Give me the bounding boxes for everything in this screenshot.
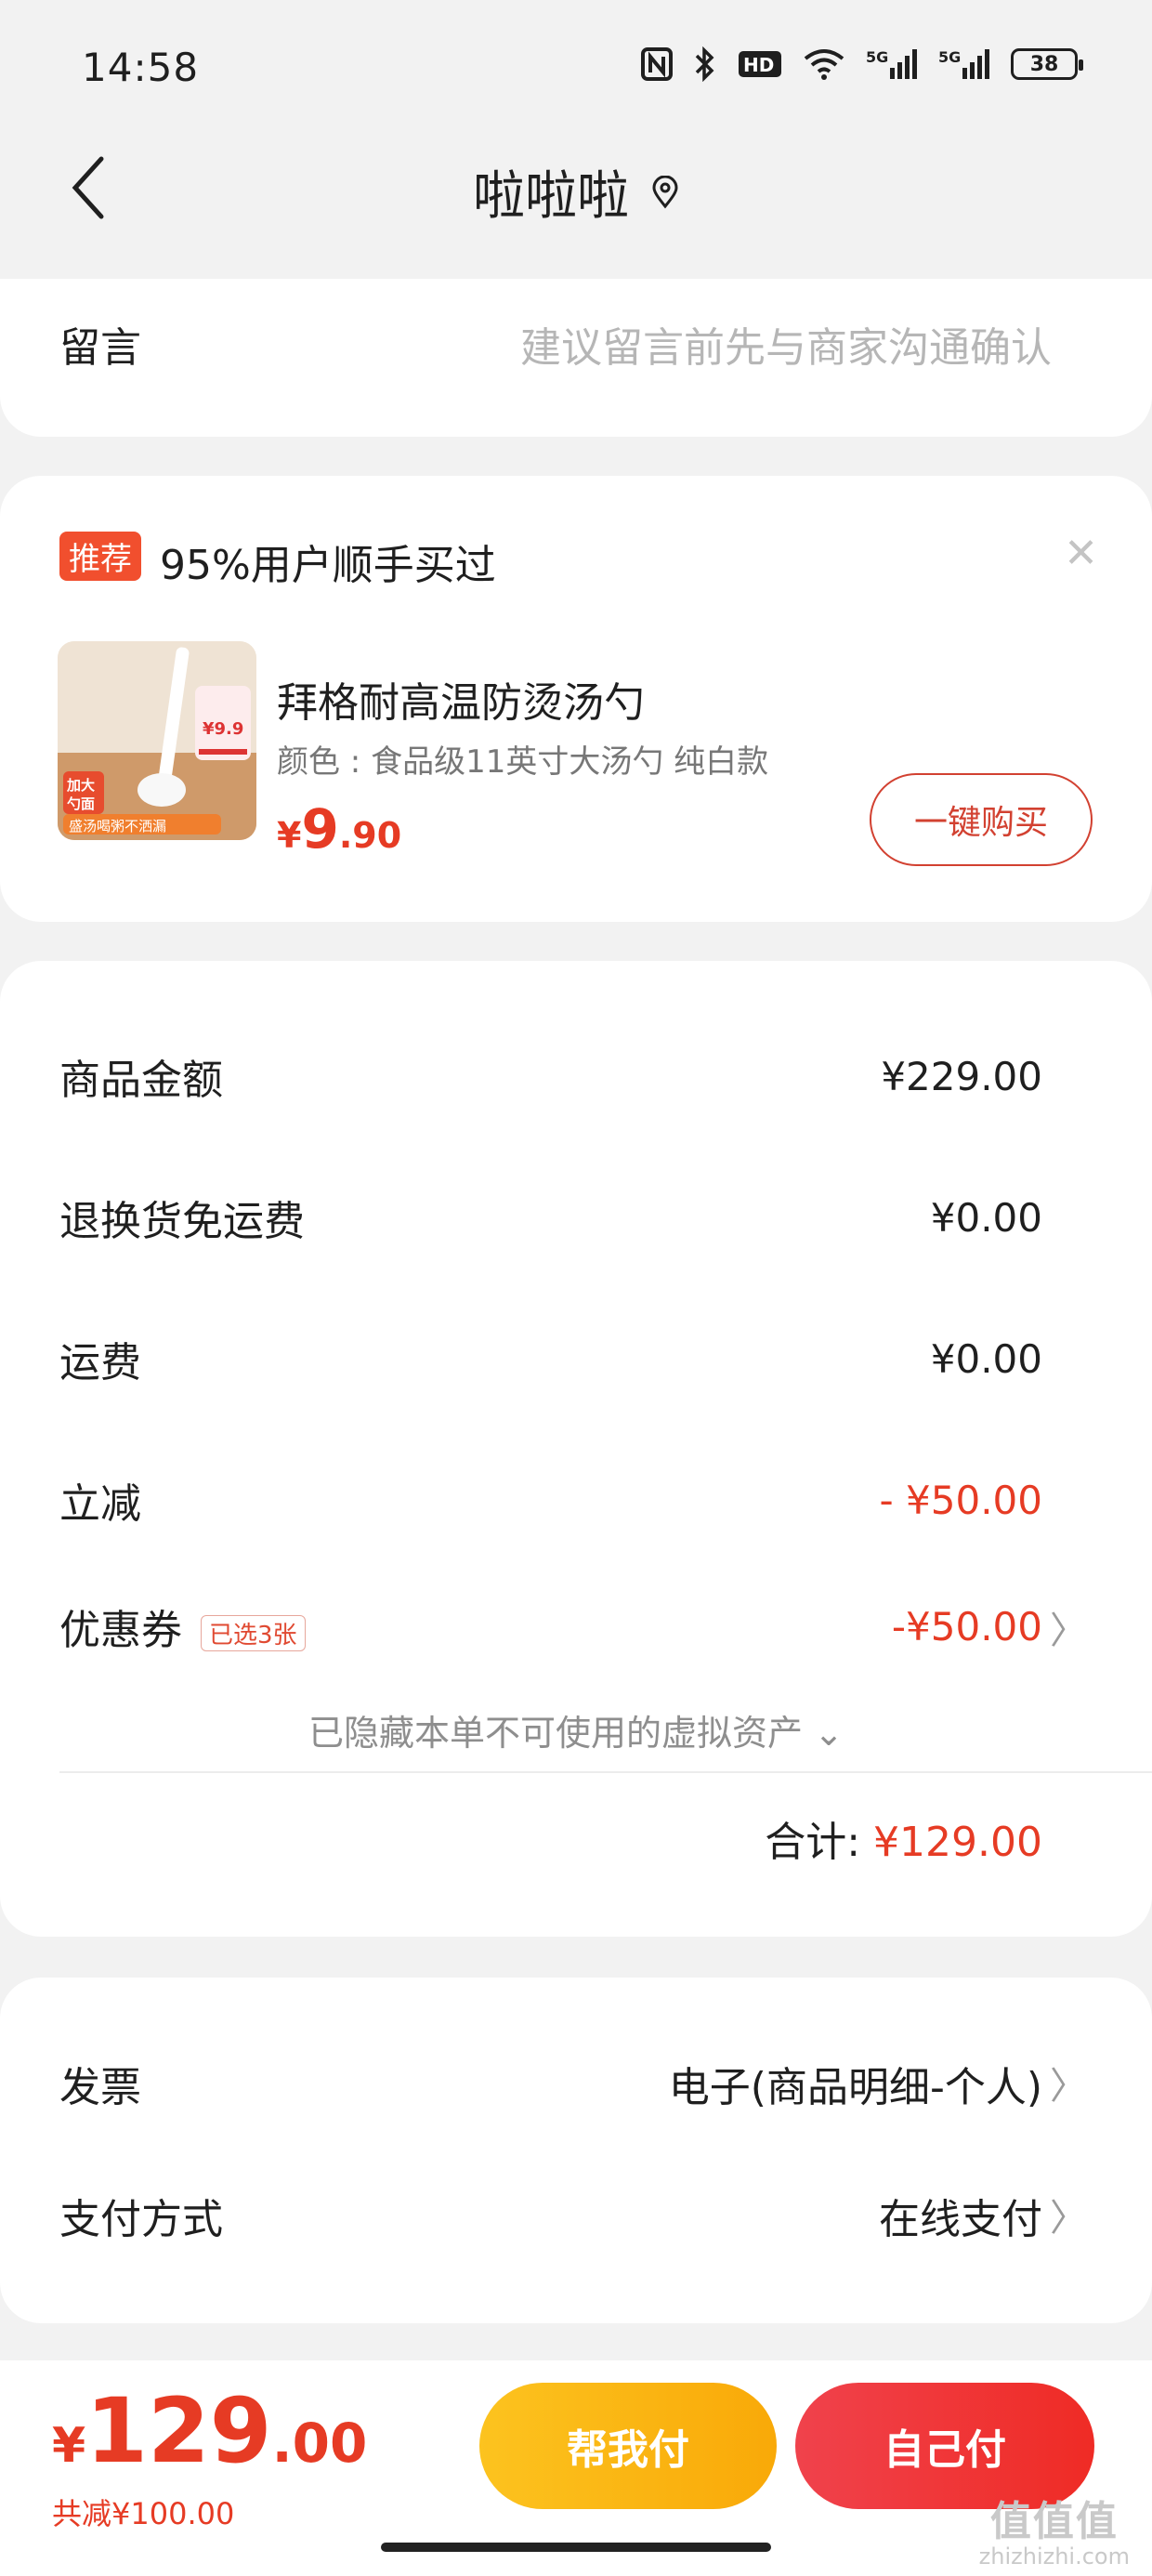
total-label: 合计:: [765, 1819, 861, 1866]
svg-text:HD: HD: [743, 54, 774, 76]
watermark-logo: 值值值 zhizhizhi.com: [978, 2498, 1130, 2570]
help-me-pay-button[interactable]: 帮我付: [479, 2383, 777, 2509]
summary-value: ¥0.00: [930, 1335, 1042, 1382]
status-icons: HD 5G 5G 38: [641, 46, 1083, 82]
product-spec: 颜色 : 食品级11英寸大汤勺 纯白款: [277, 743, 769, 781]
total-saved: 共减¥100.00: [52, 2496, 235, 2531]
svg-text:5G: 5G: [938, 48, 961, 66]
invoice-value: 电子(商品明细-个人): [668, 2064, 1042, 2111]
pay-myself-button[interactable]: 自己付: [795, 2383, 1094, 2509]
img-tag-1: 加大: [67, 777, 96, 794]
coupon-value: -¥50.00: [891, 1603, 1042, 1649]
signal-5g-icon-2: 5G: [938, 47, 990, 81]
price-decimal: .00: [271, 2412, 368, 2475]
product-price: ¥9.90: [277, 797, 401, 861]
summary-value: ¥0.00: [930, 1194, 1042, 1241]
coupon-label-group: 优惠券 已选3张: [59, 1597, 306, 1656]
price-currency: ¥: [52, 2418, 86, 2474]
summary-row-return-shipping: 退换货免运费 ¥0.00: [59, 1188, 1042, 1247]
location-pin-icon: [652, 175, 678, 208]
summary-row-coupon[interactable]: 优惠券 已选3张 -¥50.00: [59, 1597, 1042, 1656]
summary-value: - ¥50.00: [879, 1477, 1042, 1523]
hd-icon: HD: [738, 48, 782, 80]
status-time: 14:58: [82, 45, 200, 90]
bluetooth-icon: [693, 46, 717, 82]
top-nav: 啦啦啦: [0, 130, 1152, 251]
chevron-right-icon[interactable]: 〉: [1050, 2056, 1087, 2109]
img-tag-2: 勺面: [67, 795, 96, 812]
order-total: 合计: ¥129.00: [765, 1808, 1042, 1868]
hidden-assets-toggle[interactable]: 已隐藏本单不可使用的虚拟资产 ⌄: [0, 1704, 1152, 1755]
price-decimal: .90: [338, 815, 402, 856]
message-input[interactable]: 建议留言前先与商家沟通确认: [520, 314, 1052, 374]
watermark-text: 值值值: [989, 2498, 1119, 2545]
summary-row-goods: 商品金额 ¥229.00: [59, 1046, 1042, 1106]
recommend-badge: 推荐: [59, 532, 141, 581]
wifi-icon: [803, 47, 845, 81]
img-price: ¥9.9: [203, 719, 244, 739]
product-name[interactable]: 拜格耐高温防烫汤勺: [277, 669, 645, 729]
summary-label: 商品金额: [59, 1057, 223, 1104]
battery-icon: 38: [1011, 48, 1083, 80]
divider: [59, 1771, 1152, 1773]
checkout-price: ¥129.00: [52, 2379, 367, 2483]
price-integer: 129: [85, 2379, 272, 2483]
payment-card: 发票 电子(商品明细-个人) 〉 支付方式 在线支付 〉: [0, 1978, 1152, 2323]
chevron-right-icon[interactable]: 〉: [1050, 2188, 1087, 2241]
close-icon[interactable]: ✕: [1064, 530, 1098, 577]
watermark-url: zhizhizhi.com: [978, 2543, 1130, 2570]
payment-method-label: 支付方式: [59, 2196, 223, 2243]
invoice-label: 发票: [59, 2064, 141, 2111]
img-bottom-text: 盛汤喝粥不洒漏: [69, 818, 167, 835]
total-value: ¥129.00: [873, 1819, 1042, 1866]
nfc-icon: [641, 47, 673, 81]
price-summary-card: 商品金额 ¥229.00 退换货免运费 ¥0.00 运费 ¥0.00 立减 - …: [0, 961, 1152, 1937]
status-bar: 14:58 HD 5G 5G 38: [0, 0, 1152, 130]
price-integer: 9: [301, 797, 339, 861]
chevron-down-icon: ⌄: [814, 1713, 844, 1754]
recommend-card: 推荐 95%用户顺手买过 ✕ 加大 勺面 ¥9.9 盛汤喝粥不洒漏 拜格耐高温防…: [0, 476, 1152, 922]
recommend-title: 95%用户顺手买过: [160, 542, 496, 589]
signal-5g-icon: 5G: [866, 47, 918, 81]
summary-value: ¥229.00: [881, 1053, 1042, 1099]
summary-row-instant-discount: 立减 - ¥50.00: [59, 1470, 1042, 1530]
svg-text:5G: 5G: [866, 48, 888, 66]
summary-label: 退换货免运费: [59, 1198, 305, 1245]
product-image[interactable]: 加大 勺面 ¥9.9 盛汤喝粥不洒漏: [58, 641, 256, 840]
shop-name: 啦啦啦: [473, 166, 629, 227]
hidden-assets-text: 已隐藏本单不可使用的虚拟资产: [308, 1713, 804, 1754]
payment-method-value: 在线支付: [879, 2196, 1042, 2243]
invoice-row[interactable]: 发票 电子(商品明细-个人): [59, 2054, 1042, 2113]
summary-label: 运费: [59, 1339, 141, 1387]
message-card: 留言 建议留言前先与商家沟通确认: [0, 279, 1152, 437]
chevron-right-icon[interactable]: 〉: [1050, 1600, 1087, 1654]
coupon-selected-badge: 已选3张: [201, 1614, 306, 1651]
home-indicator[interactable]: [381, 2543, 771, 2552]
coupon-label: 优惠券: [59, 1607, 182, 1654]
summary-label: 立减: [59, 1480, 141, 1528]
payment-method-row[interactable]: 支付方式 在线支付: [59, 2186, 1042, 2245]
page-title[interactable]: 啦啦啦: [0, 154, 1152, 230]
message-label: 留言: [59, 324, 141, 372]
one-click-buy-button[interactable]: 一键购买: [870, 773, 1093, 866]
price-currency: ¥: [277, 815, 302, 856]
summary-row-shipping: 运费 ¥0.00: [59, 1329, 1042, 1388]
